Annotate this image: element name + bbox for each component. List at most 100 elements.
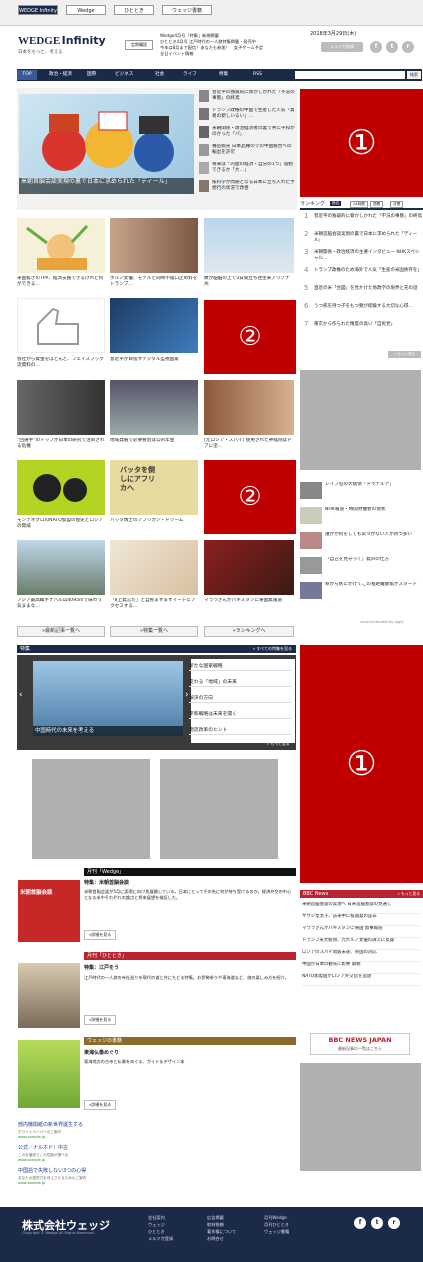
- nav-politics[interactable]: 政治・経済: [49, 70, 72, 80]
- hitotoki-detail-button[interactable]: »詳細を見る: [84, 1015, 116, 1025]
- bbc-banner[interactable]: BBC NEWS JAPAN 最新記事の一覧はこちら: [310, 1033, 410, 1055]
- feed-item[interactable]: 「自己を見守って」発声の仕方: [325, 557, 420, 574]
- ranking-tab-all[interactable]: 総合: [330, 201, 342, 206]
- feed-item[interactable]: 誰かが何をしても気づかない人が持つ多い: [325, 532, 420, 549]
- footer-link[interactable]: 著作権について: [207, 1229, 236, 1235]
- article-title[interactable]: アジア最高峰キナバル山4095mで味わう気ままな…: [17, 598, 105, 612]
- feed-item[interactable]: 秋から秋にかけてこの長距離散策がスタート: [325, 582, 420, 599]
- tokushu-all-link[interactable]: » すべての特集を見る: [253, 645, 292, 653]
- notice[interactable]: 全日イベント情報: [160, 51, 310, 57]
- article-thumb[interactable]: [204, 540, 294, 595]
- article-thumb[interactable]: [110, 298, 198, 353]
- article-title[interactable]: 地域発展で必要要因は公的年金: [110, 438, 198, 452]
- ranking-item[interactable]: 2 米朝首脳会談実現の裏で日本に求められた「ディール」: [304, 231, 422, 246]
- article-thumb[interactable]: バッタを倒しにアフリカへ: [110, 460, 198, 515]
- latest-articles-button[interactable]: »最新記事一覧へ: [17, 626, 105, 637]
- article-thumb[interactable]: [110, 540, 198, 595]
- twitter-icon[interactable]: t: [386, 41, 398, 53]
- hero-list-item[interactable]: 習近平の独裁的に脅かしかれた「不況の事態」の終焉: [212, 90, 296, 104]
- ranking-tab-24h[interactable]: 24時間: [350, 201, 368, 208]
- book-cover[interactable]: [18, 1040, 80, 1108]
- nav-society[interactable]: 社会: [155, 70, 164, 80]
- partner-tab-hitotoki[interactable]: ひととき: [114, 5, 154, 15]
- article-thumb[interactable]: [17, 218, 105, 273]
- nav-business[interactable]: ビジネス: [115, 70, 133, 80]
- footer-facebook-icon[interactable]: f: [354, 1217, 366, 1229]
- tokushu-image[interactable]: 中国時代の未来を考える: [33, 661, 183, 736]
- ranking-item[interactable]: 3 米朝関係・政治経済の主要インタビュー NHKスペシャル…: [304, 249, 422, 264]
- nav-rss[interactable]: RSS: [253, 70, 262, 80]
- search-button[interactable]: 検索: [407, 71, 421, 79]
- article-title[interactable]: [元ロシア・スパイ] 使用された神経剤はドアに塗…: [204, 438, 294, 452]
- nav-top[interactable]: TOP: [17, 70, 37, 80]
- article-title[interactable]: 米国抜きのTPP、経済支援できるけれど何ができる…: [17, 276, 105, 290]
- bbc-item[interactable]: NATO加盟国がロシア外交官を追放: [302, 974, 421, 986]
- article-title[interactable]: 数が脳脳の上で3日間立ち往生来アリゾナ州: [204, 276, 294, 290]
- footer-twitter-icon[interactable]: t: [371, 1217, 383, 1229]
- rss-icon[interactable]: r: [402, 41, 414, 53]
- ad-slot-3[interactable]: ②: [204, 460, 296, 534]
- tokushu-item[interactable]: 物流改革のヒント: [189, 726, 291, 735]
- sponsored-url[interactable]: www.sample.jp: [18, 1135, 45, 1140]
- wedge-magazine-detail-button[interactable]: »詳細を見る: [84, 930, 116, 940]
- article-title[interactable]: 会社から資金をほとんど、フェイスブック流資料の…: [17, 357, 105, 371]
- footer-link[interactable]: ウェッジ書籍: [264, 1229, 289, 1235]
- feed-thumb[interactable]: [300, 482, 322, 499]
- ad-slot-2[interactable]: ②: [204, 300, 296, 374]
- article-thumb[interactable]: [17, 380, 105, 435]
- ad-placeholder[interactable]: [300, 370, 421, 470]
- hero-list-thumb[interactable]: [199, 180, 209, 192]
- feed-thumb[interactable]: [300, 532, 322, 549]
- book-detail-button[interactable]: »詳細を見る: [84, 1100, 116, 1110]
- article-thumb[interactable]: [17, 298, 105, 353]
- ad-placeholder[interactable]: [160, 759, 278, 859]
- bbc-item[interactable]: マララさんがパキスタンに帰国 無事報道: [302, 926, 421, 938]
- footer-link[interactable]: メルマガ登録: [148, 1236, 173, 1242]
- footer-rss-icon[interactable]: r: [388, 1217, 400, 1229]
- sponsored-title[interactable]: 中国語で失敗しない3つの心得: [18, 1168, 86, 1175]
- bbc-item[interactable]: 米朝首脳会談の実現へ 日米首脳会談の見通し: [302, 902, 421, 914]
- ranking-item[interactable]: 7 東京から作られた精度の高い「自民党」: [304, 321, 422, 336]
- article-thumb[interactable]: [204, 380, 294, 435]
- hero-list-item[interactable]: 将来は「内面の経済・自分の1つ」開始できるか「大…」: [212, 162, 296, 176]
- ad-slot-1[interactable]: ①: [300, 89, 423, 197]
- hitotoki-title[interactable]: 特集：江戸をう: [84, 965, 119, 972]
- nav-international[interactable]: 国際: [87, 70, 96, 80]
- hero-list-item[interactable]: 核科学が問題となる日本に立ち入れた予想行の状況で改善: [212, 180, 296, 194]
- footer-link[interactable]: 月刊ひととき: [264, 1222, 289, 1228]
- book-title[interactable]: 東海仏像めぐり: [84, 1050, 119, 1057]
- footer-link[interactable]: ウェッジ: [148, 1222, 165, 1228]
- partner-tab-books[interactable]: ウェッジ書籍: [162, 5, 212, 15]
- wedge-magazine-cover[interactable]: 米朝首脳会談: [18, 880, 80, 942]
- wedge-magazine-title[interactable]: 特集：米朝首脳会談: [84, 880, 129, 887]
- bbc-item[interactable]: ロシアのスパイ暗殺未遂、英国の対応: [302, 950, 421, 962]
- footer-link[interactable]: 取材依頼: [207, 1222, 224, 1228]
- article-title[interactable]: ポルノ女優、モデルと同時不倫口止め料をトランプ…: [110, 276, 198, 290]
- tokushu-item[interactable]: 平和戦略は未来を開く: [189, 710, 291, 719]
- slide-prev-icon[interactable]: ‹: [19, 690, 23, 700]
- feed-item[interactable]: レイプ犯の大統領「ドゥテルテ」: [325, 482, 420, 499]
- sponsored-url[interactable]: www.sample.jp: [18, 1158, 45, 1163]
- sponsored-url[interactable]: www.sample.jp: [18, 1181, 45, 1186]
- hero-list-thumb[interactable]: [199, 144, 209, 156]
- hitotoki-cover[interactable]: [18, 963, 80, 1028]
- nav-life[interactable]: ライフ: [183, 70, 197, 80]
- article-title[interactable]: 習近平が目指すデジタル監視国家: [110, 357, 198, 371]
- search-input[interactable]: [295, 71, 405, 79]
- ranking-tab-month[interactable]: 月間: [390, 201, 404, 208]
- article-thumb[interactable]: [17, 460, 105, 515]
- tokushu-more-link[interactable]: » もっと見る: [267, 741, 290, 747]
- article-title[interactable]: “回選手”のトップが日本の研究で注目される危機: [17, 438, 105, 452]
- hero-list-thumb[interactable]: [199, 126, 209, 138]
- tokushu-item[interactable]: 変わる「地域」の未来: [189, 678, 291, 687]
- feed-thumb[interactable]: [300, 507, 322, 524]
- ranking-item[interactable]: 5 直近の米「合図」を見かけた地政学の限界と先の話: [304, 285, 422, 300]
- article-title[interactable]: 「8上発言だ」と自民ますますイートにアクセスする…: [110, 598, 198, 612]
- ranking-item[interactable]: 4 トランプ政権のため海外で人気「生産の米国依存を」: [304, 267, 422, 282]
- ranking-list-button[interactable]: »ランキングへ: [204, 626, 294, 637]
- subscribe-link[interactable]: 定期購読: [125, 40, 153, 50]
- article-thumb[interactable]: [17, 540, 105, 595]
- partner-tab-wedge-infinity[interactable]: WEDGE Infinity: [18, 5, 58, 15]
- article-thumb[interactable]: [110, 218, 198, 273]
- hero-list-item[interactable]: 種苗販売 日本品種のでの中国競合への輸出を許可: [212, 144, 296, 158]
